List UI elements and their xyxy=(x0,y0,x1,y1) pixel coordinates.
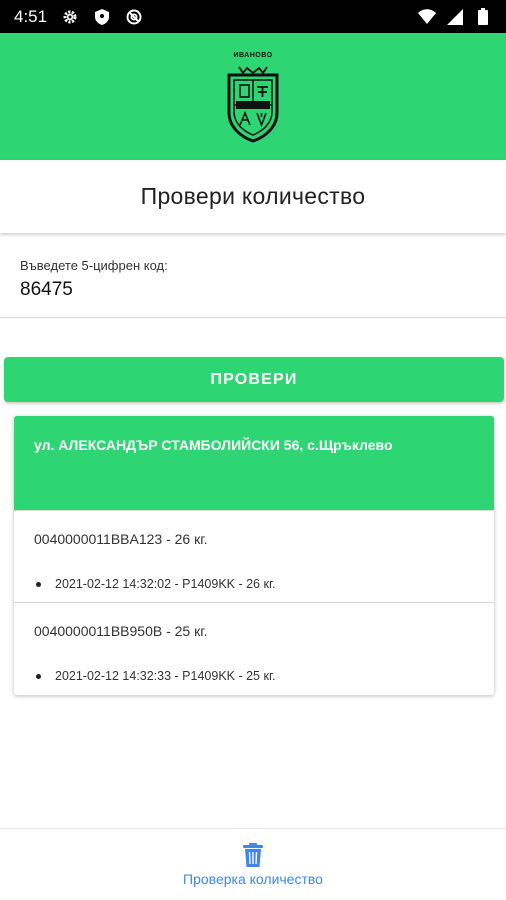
municipality-crest-icon xyxy=(227,66,279,143)
wifi-icon xyxy=(418,8,436,26)
status-time: 4:51 xyxy=(14,6,48,26)
battery-icon xyxy=(474,8,492,26)
result-card: ул. АЛЕКСАНДЪР СТАМБОЛИЙСКИ 56, с.Щръкле… xyxy=(14,416,494,695)
shield-icon xyxy=(93,8,111,26)
collection-record-text: 2021-02-12 14:32:02 - P1409KK - 26 кг. xyxy=(55,577,276,591)
collection-record-text: 2021-02-12 14:32:33 - P1409KK - 25 кг. xyxy=(55,669,276,683)
logo-text: ИВАНОВО xyxy=(233,52,273,59)
bottom-nav: Проверка количество xyxy=(0,828,506,900)
divider xyxy=(14,510,494,511)
bullet-icon xyxy=(36,673,41,679)
signal-icon xyxy=(446,8,464,26)
container-code: 0040000011BB950B - 25 кг. xyxy=(34,623,208,639)
gear-icon xyxy=(61,8,79,26)
container-code: 0040000011BBA123 - 26 кг. xyxy=(34,531,208,547)
list-item: 0040000011BB950B - 25 кг. 2021-02-12 14:… xyxy=(14,602,494,694)
app-header: ИВАНОВО xyxy=(0,33,506,160)
bullet-icon xyxy=(36,581,41,587)
collection-record: 2021-02-12 14:32:33 - P1409KK - 25 кг. xyxy=(36,669,275,683)
address-header: ул. АЛЕКСАНДЪР СТАМБОЛИЙСКИ 56, с.Щръкле… xyxy=(14,416,494,510)
check-button[interactable]: ПРОВЕРИ xyxy=(4,357,504,402)
divider xyxy=(14,602,494,603)
list-item: 0040000011BBA123 - 26 кг. 2021-02-12 14:… xyxy=(14,510,494,602)
nav-item-check-quantity[interactable]: Проверка количество xyxy=(183,829,323,887)
collection-record: 2021-02-12 14:32:02 - P1409KK - 26 кг. xyxy=(36,577,275,591)
code-input-group: Въведете 5-цифрен код: xyxy=(20,258,486,301)
trash-icon xyxy=(243,843,263,867)
title-bar: Провери количество xyxy=(0,160,506,233)
nav-label: Проверка количество xyxy=(183,871,323,887)
code-input-label: Въведете 5-цифрен код: xyxy=(20,258,168,273)
no-tracking-icon xyxy=(125,8,143,26)
status-bar: 4:51 xyxy=(0,0,506,33)
code-input[interactable] xyxy=(20,279,486,301)
page-title: Провери количество xyxy=(140,183,366,209)
input-underline xyxy=(0,317,506,318)
